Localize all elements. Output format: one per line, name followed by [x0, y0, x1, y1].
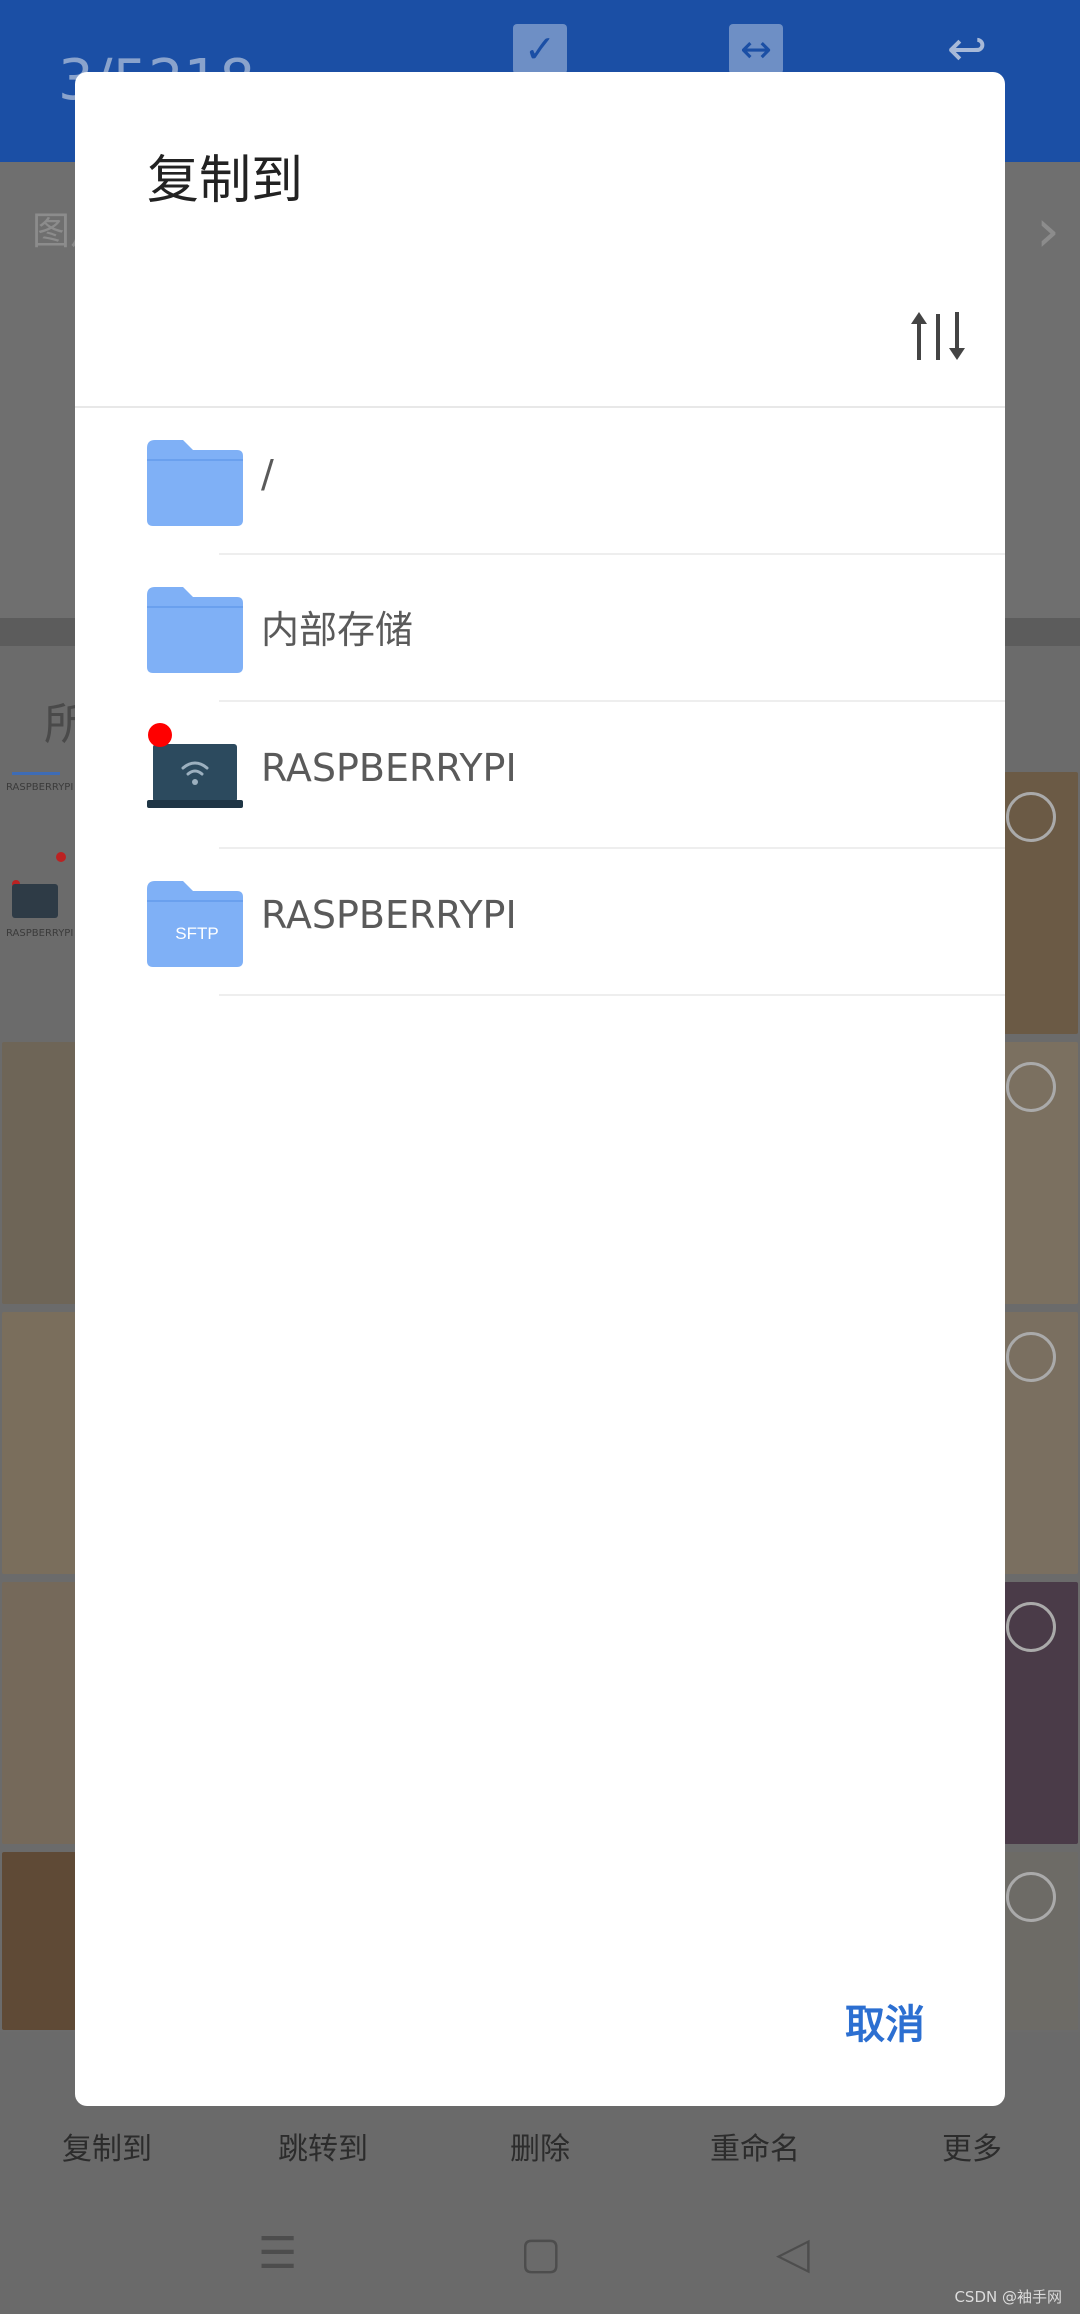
item-label: RASPBERRYPI [261, 746, 517, 790]
select-circle-icon[interactable] [1006, 1602, 1056, 1652]
dialog-title: 复制到 [147, 151, 304, 211]
mini-label-bottom: RASPBERRYPI [6, 928, 74, 939]
item-label: / [261, 452, 274, 496]
thumbnail[interactable] [2, 1042, 76, 1304]
return-icon[interactable]: ↩ [940, 24, 994, 74]
badge-dot-icon [148, 723, 172, 747]
action-rename[interactable]: 重命名 [710, 2124, 800, 2168]
thumbnail[interactable] [2, 1582, 76, 1844]
mini-laptop-icon [12, 884, 58, 918]
folder-icon [147, 440, 243, 526]
chevron-right-icon: › [1036, 196, 1060, 266]
action-jump-to[interactable]: 跳转到 [278, 2124, 368, 2168]
copy-to-dialog: 复制到 / 内部存储 RASPBERRYPI SFTP RASPBERRYPI … [75, 72, 1005, 2106]
select-all-icon[interactable]: ✓ [513, 24, 567, 74]
select-circle-icon[interactable] [1006, 1872, 1056, 1922]
mini-red-dot [56, 852, 66, 862]
sftp-folder-icon: SFTP [147, 881, 243, 967]
action-more[interactable]: 更多 [942, 2124, 1002, 2168]
thumbnail[interactable] [2, 1312, 76, 1574]
swap-icon[interactable]: ↔ [729, 24, 783, 74]
watermark: CSDN @袖手网 [954, 2288, 1062, 2306]
menu-icon[interactable]: ☰ [258, 2228, 297, 2279]
item-label: 内部存储 [261, 608, 414, 652]
mini-tab-indicator [12, 772, 60, 775]
action-delete[interactable]: 删除 [510, 2124, 570, 2168]
cancel-button[interactable]: 取消 [845, 1992, 925, 2050]
sort-icon[interactable] [909, 306, 969, 366]
list-item-raspberrypi-sftp[interactable]: SFTP RASPBERRYPI [75, 849, 1005, 996]
sftp-icon-text: SFTP [175, 924, 218, 943]
mini-label-top: RASPBERRYPI [6, 782, 74, 793]
list-item-raspberrypi-network[interactable]: RASPBERRYPI [75, 702, 1005, 849]
thumbnail[interactable] [2, 1852, 76, 2030]
list-item-internal-storage[interactable]: 内部存储 [75, 555, 1005, 702]
action-copy-to[interactable]: 复制到 [62, 2124, 152, 2168]
select-circle-icon[interactable] [1006, 1332, 1056, 1382]
select-circle-icon[interactable] [1006, 1062, 1056, 1112]
home-square-icon[interactable]: ▢ [520, 2228, 562, 2279]
folder-icon [147, 587, 243, 673]
item-label: RASPBERRYPI [261, 893, 517, 937]
back-triangle-icon[interactable]: ◁ [776, 2228, 810, 2279]
select-circle-icon[interactable] [1006, 792, 1056, 842]
list-item-root[interactable]: / [75, 408, 1005, 555]
item-divider [219, 994, 1005, 996]
